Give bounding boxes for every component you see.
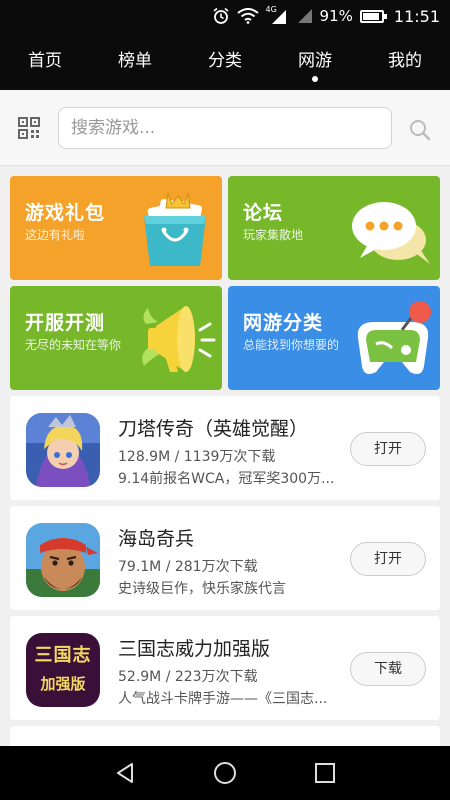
tab-bar: 首页 榜单 分类 网游 我的 (0, 32, 450, 90)
search-placeholder: 搜索游戏... (71, 118, 156, 138)
tile-forum[interactable]: 论坛 玩家集散地 (228, 176, 440, 280)
tile-subtitle: 这边有礼啦 (25, 228, 86, 242)
wifi-icon (236, 8, 259, 24)
tab-home[interactable]: 首页 (0, 32, 90, 90)
tile-subtitle: 无尽的未知在等你 (25, 338, 122, 352)
tab-label: 榜单 (118, 51, 152, 71)
gift-bag-icon (144, 192, 206, 266)
tab-categories[interactable]: 分类 (180, 32, 270, 90)
back-icon[interactable] (113, 761, 137, 785)
tile-subtitle: 玩家集散地 (243, 228, 304, 242)
open-button[interactable]: 打开 (350, 432, 426, 466)
tile-subtitle: 总能找到你想要的 (243, 338, 340, 352)
app-icon-title-text: 三国志 (34, 645, 92, 666)
app-size-downloads: 128.9M / 1139万次下载 (118, 449, 276, 465)
search-input[interactable]: 搜索游戏... (58, 107, 392, 149)
tab-label: 分类 (208, 51, 242, 71)
tab-label: 首页 (28, 51, 62, 71)
tile-title: 游戏礼包 (25, 202, 106, 224)
tab-rankings[interactable]: 榜单 (90, 32, 180, 90)
tab-mine[interactable]: 我的 (360, 32, 450, 90)
tile-gift-packs[interactable]: 游戏礼包 这边有礼啦 (10, 176, 222, 280)
battery-icon (359, 9, 387, 23)
search-bar: 搜索游戏... (0, 90, 450, 166)
list-item[interactable]: 三国志 加强版 三国志威力加强版 52.9M / 223万次下载 人气战斗卡牌手… (10, 616, 440, 720)
app-description: 9.14前报名WCA，冠军奖300万... (118, 471, 335, 487)
megaphone-icon (142, 306, 216, 372)
chat-bubble-icon (352, 202, 430, 264)
app-icon-subtitle-text: 加强版 (40, 675, 86, 693)
app-icon: 三国志 加强版 (26, 633, 100, 707)
app-icon (26, 413, 100, 487)
tab-label: 我的 (388, 51, 422, 71)
home-icon[interactable] (213, 761, 237, 785)
download-button[interactable]: 下载 (350, 652, 426, 686)
tab-label: 网游 (298, 51, 332, 71)
tile-title: 论坛 (243, 202, 284, 224)
app-name: 刀塔传奇（英雄觉醒） (118, 418, 309, 440)
tile-title: 网游分类 (243, 312, 324, 334)
tile-server-launch[interactable]: 开服开测 无尽的未知在等你 (10, 286, 222, 390)
tile-title: 开服开测 (25, 312, 106, 334)
status-bar: 4G 91% 11:51 (0, 0, 450, 32)
tab-online-games[interactable]: 网游 (270, 32, 360, 90)
gamepad-icon (357, 301, 431, 374)
app-icon (26, 523, 100, 597)
recent-apps-icon[interactable] (313, 761, 337, 785)
app-name: 海岛奇兵 (118, 528, 195, 550)
status-icons: 4G 91% 11:51 (212, 0, 440, 32)
cell-signal-4g-icon: 4G (266, 5, 288, 25)
app-name: 三国志威力加强版 (118, 638, 271, 660)
app-size-downloads: 79.1M / 281万次下载 (118, 559, 258, 575)
app-size-downloads: 52.9M / 223万次下载 (118, 669, 258, 685)
list-item[interactable]: 刀塔传奇（英雄觉醒） 128.9M / 1139万次下载 9.14前报名WCA，… (10, 396, 440, 500)
cell-signal-icon (297, 9, 312, 23)
system-nav-bar (0, 746, 450, 800)
qr-scan-icon[interactable] (18, 117, 40, 139)
list-item[interactable]: 海岛奇兵 79.1M / 281万次下载 史诗级巨作，快乐家族代言 打开 (10, 506, 440, 610)
battery-percent: 91% (319, 7, 353, 25)
list-item[interactable] (10, 726, 440, 746)
app-description: 史诗级巨作，快乐家族代言 (118, 581, 286, 597)
tile-game-categories[interactable]: 网游分类 总能找到你想要的 (228, 286, 440, 390)
open-button[interactable]: 打开 (350, 542, 426, 576)
search-icon[interactable] (408, 118, 432, 142)
clock: 11:51 (393, 6, 440, 26)
app-description: 人气战斗卡牌手游——《三国志... (118, 691, 328, 707)
alarm-icon (213, 7, 229, 24)
active-tab-indicator (312, 76, 318, 82)
